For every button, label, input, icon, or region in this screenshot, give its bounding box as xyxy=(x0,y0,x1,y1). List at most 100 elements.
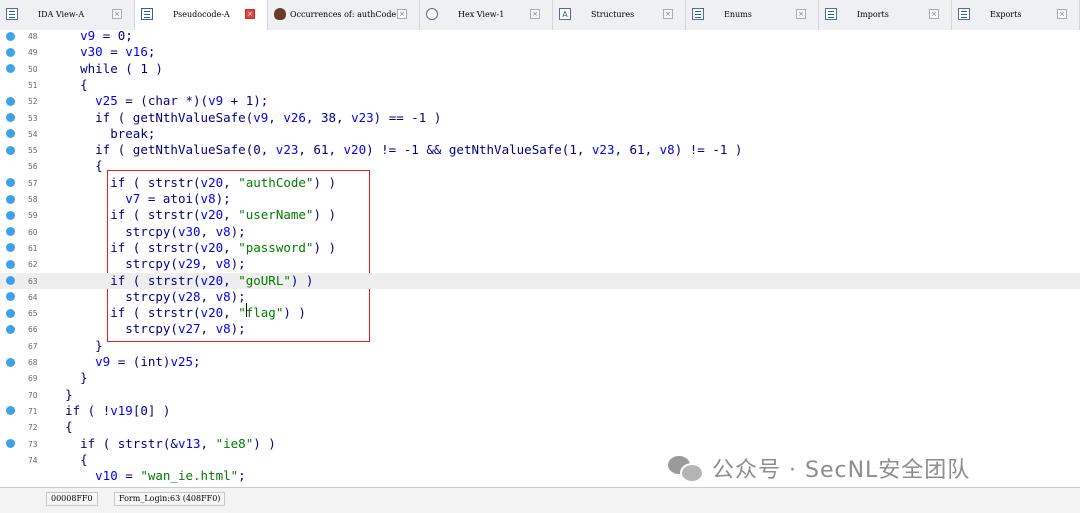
breakpoint-dot-icon[interactable] xyxy=(6,96,15,106)
tab-hex-view-1[interactable]: Hex View-1 × xyxy=(420,0,553,30)
close-icon[interactable]: × xyxy=(796,9,806,19)
code-line[interactable]: 49 v30 = v16; xyxy=(0,44,1080,60)
line-number: 66 xyxy=(28,325,38,335)
code-line[interactable]: 66 strcpy(v27, v8); xyxy=(0,321,1080,337)
code-line[interactable]: 59 if ( strstr(v20, "userName") ) xyxy=(0,207,1080,223)
code-line[interactable]: 54 break; xyxy=(0,126,1080,142)
code-text: break; xyxy=(110,125,156,141)
line-number: 70 xyxy=(28,390,38,400)
code-line[interactable]: 65 if ( strstr(v20, "flag") ) xyxy=(0,305,1080,321)
breakpoint-dot-icon[interactable] xyxy=(6,178,15,188)
tab-label: Enums xyxy=(724,10,752,19)
breakpoint-dot-icon[interactable] xyxy=(6,129,15,139)
code-text: { xyxy=(80,451,88,467)
tab-imports[interactable]: Imports × xyxy=(819,0,952,30)
tab-ida-view-a[interactable]: IDA View-A × xyxy=(0,0,135,30)
close-icon[interactable]: × xyxy=(929,9,939,19)
text-caret xyxy=(246,303,247,317)
code-text: v7 = atoi(v8); xyxy=(125,191,231,206)
breakpoint-dot-icon[interactable] xyxy=(6,439,15,448)
code-line[interactable]: 61 if ( strstr(v20, "password") ) xyxy=(0,240,1080,256)
code-line[interactable]: 62 strcpy(v29, v8); xyxy=(0,256,1080,272)
code-line[interactable]: 60 strcpy(v30, v8); xyxy=(0,224,1080,240)
breakpoint-dot-icon[interactable] xyxy=(6,210,15,220)
structures-icon: A xyxy=(559,8,571,20)
code-line[interactable]: 71 if ( !v19[0] ) xyxy=(0,403,1080,419)
code-text: v9 = 0; xyxy=(80,30,133,43)
breakpoint-dot-icon[interactable] xyxy=(6,227,15,237)
tab-structures[interactable]: A Structures × xyxy=(553,0,686,30)
close-icon[interactable]: × xyxy=(1057,9,1067,19)
close-icon[interactable]: × xyxy=(663,9,673,19)
code-text: if ( strstr(v20, "goURL") ) xyxy=(110,272,314,288)
code-text: } xyxy=(95,337,103,353)
code-line[interactable]: 63 if ( strstr(v20, "goURL") ) xyxy=(0,272,1080,289)
breakpoint-dot-icon[interactable] xyxy=(6,113,15,122)
breakpoint-dot-icon[interactable] xyxy=(6,194,15,204)
line-number: 54 xyxy=(28,129,38,139)
code-line[interactable]: 68 v9 = (int)v25; xyxy=(0,354,1080,370)
code-line[interactable]: 50 while ( 1 ) xyxy=(0,61,1080,77)
line-number: 67 xyxy=(28,341,38,351)
line-number: 68 xyxy=(28,358,38,367)
code-line[interactable]: 53 if ( getNthValueSafe(v9, v26, 38, v23… xyxy=(0,110,1080,126)
breakpoint-dot-icon[interactable] xyxy=(6,145,15,155)
code-text: strcpy(v29, v8); xyxy=(125,256,246,272)
line-number: 59 xyxy=(28,211,38,221)
tab-label: IDA View-A xyxy=(38,10,85,19)
breakpoint-dot-icon[interactable] xyxy=(6,292,15,302)
code-line[interactable]: 67 } xyxy=(0,338,1080,354)
tab-occurrences-of-authcode[interactable]: Occurrences of: authCode × xyxy=(268,0,420,30)
code-line[interactable]: 72 { xyxy=(0,419,1080,435)
code-text: if ( getNthValueSafe(v9, v26, 38, v23) =… xyxy=(95,109,442,125)
line-number: 48 xyxy=(28,32,38,41)
close-icon[interactable]: × xyxy=(112,9,122,19)
code-line[interactable]: 48 v9 = 0; xyxy=(0,30,1080,44)
line-number: 72 xyxy=(28,423,38,433)
code-text: if ( strstr(v20, "flag") ) xyxy=(110,305,306,321)
code-text: if ( strstr(v20, "password") ) xyxy=(110,239,337,255)
code-line[interactable]: 69 } xyxy=(0,370,1080,386)
breakpoint-dot-icon[interactable] xyxy=(6,308,15,318)
breakpoint-dot-icon[interactable] xyxy=(6,406,15,416)
close-icon[interactable]: × xyxy=(397,9,407,19)
tab-enums[interactable]: Enums × xyxy=(686,0,819,30)
line-number: 74 xyxy=(28,455,38,465)
tab-exports[interactable]: Exports × xyxy=(952,0,1080,30)
code-line[interactable]: 70 } xyxy=(0,387,1080,403)
pseudocode-editor[interactable]: 48 v9 = 0; 49 v30 = v16; 50 while ( 1 ) 51 … xyxy=(0,30,1080,487)
tab-label: Imports xyxy=(857,10,889,19)
code-text: strcpy(v28, v8); xyxy=(125,288,246,304)
close-icon[interactable]: × xyxy=(245,9,255,19)
line-number: 62 xyxy=(28,260,38,270)
breakpoint-dot-icon[interactable] xyxy=(6,259,15,269)
breakpoint-dot-icon[interactable] xyxy=(6,276,15,285)
close-icon[interactable]: × xyxy=(530,9,540,19)
breakpoint-dot-icon[interactable] xyxy=(6,357,15,367)
breakpoint-dot-icon[interactable] xyxy=(6,243,15,253)
code-text: if ( strstr(&v13, "ie8") ) xyxy=(80,435,276,451)
line-number: 49 xyxy=(28,48,38,58)
code-line[interactable]: 58 v7 = atoi(v8); xyxy=(0,191,1080,207)
tab-label: Occurrences of: authCode xyxy=(290,10,397,19)
code-text: { xyxy=(65,419,73,435)
enums-icon xyxy=(692,8,704,20)
breakpoint-dot-icon[interactable] xyxy=(6,64,15,74)
breakpoint-dot-icon[interactable] xyxy=(6,47,15,57)
line-number: 51 xyxy=(28,80,38,90)
code-line[interactable]: 52 v25 = (char *)(v9 + 1); xyxy=(0,93,1080,109)
code-line[interactable]: 64 strcpy(v28, v8); xyxy=(0,289,1080,305)
line-number: 50 xyxy=(28,64,38,74)
line-number: 63 xyxy=(28,276,38,286)
code-line[interactable]: 56 { xyxy=(0,158,1080,174)
status-bar: 00008FF0 Form_Login:63 (408FF0) xyxy=(0,487,1080,513)
status-address: 00008FF0 xyxy=(46,492,98,506)
code-line[interactable]: 51 { xyxy=(0,77,1080,93)
code-line[interactable]: 57 if ( strstr(v20, "authCode") ) xyxy=(0,175,1080,191)
code-text: if ( getNthValueSafe(0, v23, 61, v20) !=… xyxy=(95,142,743,158)
tab-pseudocode-a[interactable]: Pseudocode-A × xyxy=(135,0,268,30)
code-line[interactable]: 55 if ( getNthValueSafe(0, v23, 61, v20)… xyxy=(0,142,1080,158)
breakpoint-dot-icon[interactable] xyxy=(6,31,15,41)
breakpoint-dot-icon[interactable] xyxy=(6,324,15,334)
code-text: while ( 1 ) xyxy=(80,60,163,76)
